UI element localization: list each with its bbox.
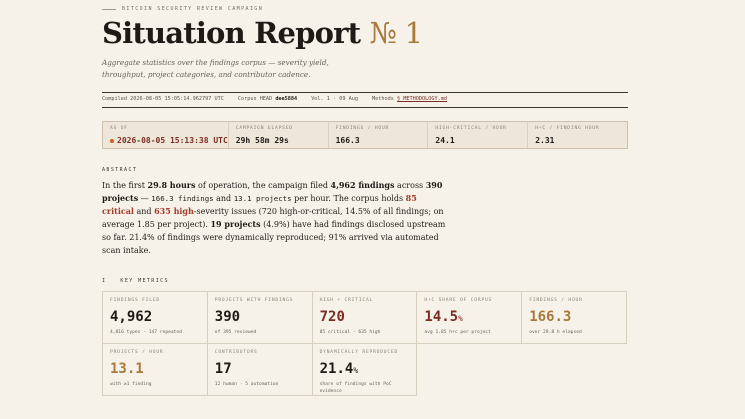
meta-methods-label: Methods: [372, 96, 394, 102]
issue-number: № 1: [369, 16, 424, 50]
metric-value: 21.4%: [320, 361, 417, 379]
section-title: Key Metrics: [120, 278, 169, 284]
stat-value: 24.1: [435, 136, 455, 145]
meta-divider: [102, 107, 628, 108]
metric-projects-per-hour: Projects / Hour 13.1 with ≥1 finding: [103, 344, 208, 396]
abstract-run: across: [394, 181, 426, 190]
meta-corpus: Corpus HEAD dee5884: [238, 96, 297, 102]
metric-label: Projects with Findings: [214, 298, 294, 303]
page-subtitle: Aggregate statistics over the findings c…: [102, 58, 329, 79]
metric-note: of 395 reviewed: [214, 330, 257, 335]
meta-methods: Methods § METHODOLOGY.md: [372, 96, 447, 102]
metric-findings-filed: Findings Filed 4,962 4,816 types · 147 r…: [103, 292, 208, 344]
metric-value-number: 4,962: [110, 309, 153, 325]
abstract-run: of operation, the campaign filed: [195, 181, 331, 190]
metric-note: 85 critical · 635 high: [319, 330, 381, 335]
metric-value: 166.3: [529, 309, 626, 327]
metric-note: 12 human · 5 automation: [214, 382, 279, 387]
abstract-disclosed: 19 projects: [210, 219, 261, 229]
stat-elapsed: Campaign Elapsed 29h 58m 29s: [229, 122, 329, 148]
metric-label: Contributors: [214, 350, 258, 355]
abstract-hours: 29.8 hours: [147, 180, 196, 190]
metric-contributors: Contributors 17 12 human · 5 automation: [207, 344, 313, 396]
page-title-main: Situation Report: [102, 16, 361, 50]
metric-value: 720: [320, 309, 417, 327]
meta-compiled: Compiled 2026-08-05 15:05:14.962797 UTC: [102, 96, 224, 102]
page-title: Situation Report № 1: [102, 14, 424, 52]
metric-hc-share: H+C Share of Corpus 14.5% avg 1.85 h+c p…: [417, 292, 523, 344]
abstract-high: 635 high: [154, 206, 194, 216]
stat-label: H+C / Finding Hour: [535, 126, 600, 131]
metric-unit: %: [458, 314, 463, 323]
metric-label: Findings Filed: [110, 298, 160, 303]
key-metrics-heading: I Key Metrics: [102, 278, 169, 284]
metric-note: 4,816 types · 147 repeated: [110, 330, 182, 335]
metric-value: 390: [215, 309, 312, 327]
metric-label: Findings / Hour: [529, 298, 583, 303]
abstract-run: per hour. The corpus holds: [291, 194, 406, 203]
methodology-link[interactable]: § METHODOLOGY.md: [397, 96, 447, 102]
kicker-rule: [102, 8, 116, 10]
metric-label: High + Critical: [319, 298, 374, 303]
stat-value: 29h 58m 29s: [235, 136, 289, 145]
metric-label: Projects / Hour: [110, 350, 164, 355]
abstract-rate-findings: 166.3 findings: [151, 194, 214, 203]
metric-label: Dynamically Reproduced: [319, 350, 399, 355]
live-stat-bar: As Of 2026-08-05 15:13:38 UTC Campaign E…: [102, 121, 628, 149]
metric-value: 13.1: [110, 361, 207, 379]
metric-value-number: 17: [214, 361, 232, 377]
stat-value-text: 2026-08-05 15:13:38 UTC: [117, 136, 228, 145]
stat-findings-per-hour: Findings / Hour 166.3: [329, 122, 429, 148]
abstract-findings: 4,962 findings: [330, 180, 395, 190]
metric-value: 14.5%: [424, 309, 521, 327]
metric-note: over 29.8 h elapsed: [529, 330, 582, 335]
stat-label: Findings / Hour: [335, 126, 390, 131]
stat-value: 2.31: [535, 136, 555, 145]
stat-hc-per-finding-hour: H+C / Finding Hour 2.31: [528, 122, 627, 148]
abstract-run: and: [213, 194, 234, 203]
stat-label: Campaign Elapsed: [235, 126, 293, 131]
metric-note: with ≥1 finding: [110, 382, 152, 387]
abstract-run: —: [138, 194, 152, 203]
abstract-rate-projects: 13.1 projects: [233, 194, 292, 203]
section-number: I: [102, 278, 107, 284]
metric-high-critical: High + Critical 720 85 critical · 635 hi…: [312, 292, 418, 344]
metric-projects-with-findings: Projects with Findings 390 of 395 review…: [207, 292, 313, 344]
stat-high-critical-per-hour: High-Critical / Hour 24.1: [428, 122, 529, 148]
abstract-text: In the first 29.8 hours of operation, th…: [102, 179, 450, 257]
stat-label: As Of: [110, 126, 128, 131]
meta-volume: Vol. 1 · 09 Aug: [311, 96, 359, 102]
stat-as-of: As Of 2026-08-05 15:13:38 UTC: [103, 122, 229, 148]
metric-value: 4,962: [110, 309, 207, 327]
kicker-text: Bitcoin Security Review Campaign: [122, 6, 264, 12]
report-meta: Compiled 2026-08-05 15:05:14.962797 UTC …: [102, 96, 628, 102]
metric-findings-per-hour: Findings / Hour 166.3 over 29.8 h elapse…: [522, 292, 627, 344]
metric-value: 17: [215, 361, 312, 379]
meta-corpus-label: Corpus HEAD: [237, 96, 273, 102]
abstract-run: In the first: [102, 181, 148, 190]
metric-dynamically-reproduced: Dynamically Reproduced 21.4% share of fi…: [312, 344, 418, 396]
metric-unit: %: [353, 366, 359, 375]
stat-label: High-Critical / Hour: [435, 126, 507, 131]
header-divider: [102, 92, 628, 93]
kicker: Bitcoin Security Review Campaign: [102, 6, 263, 12]
abstract-label: Abstract: [102, 167, 138, 173]
metric-value-number: 13.1: [110, 361, 144, 377]
meta-compiled-value: 2026-08-05 15:05:14.962797 UTC: [130, 96, 224, 102]
metric-value-number: 14.5: [424, 309, 459, 325]
metric-value-number: 720: [319, 309, 345, 325]
metric-value-number: 166.3: [529, 309, 572, 325]
meta-compiled-label: Compiled: [102, 96, 127, 102]
metric-note: share of findings with PoC evidence: [319, 382, 392, 394]
metric-value-number: 21.4: [319, 361, 354, 377]
stat-value: 166.3: [335, 136, 360, 145]
abstract-run: and: [133, 207, 155, 216]
metric-note: avg 1.85 h+c per project: [424, 330, 491, 335]
stat-value: 2026-08-05 15:13:38 UTC: [110, 136, 228, 145]
metric-label: H+C Share of Corpus: [424, 298, 493, 303]
metric-value-number: 390: [214, 309, 241, 325]
meta-corpus-value: dee5884: [275, 96, 298, 102]
live-dot-icon: [110, 138, 114, 143]
key-metrics-grid: Findings Filed 4,962 4,816 types · 147 r…: [102, 291, 627, 396]
